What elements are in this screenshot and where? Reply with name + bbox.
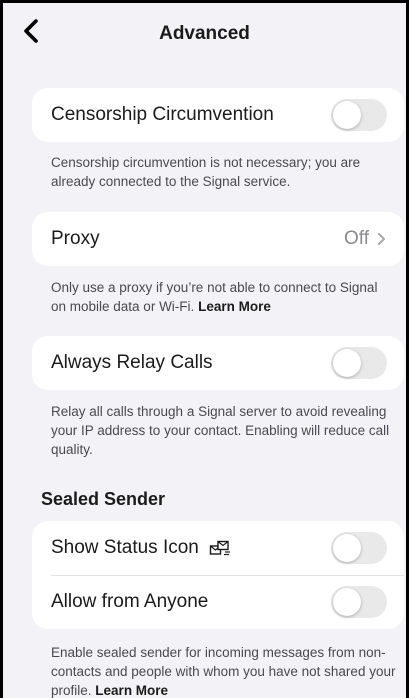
toggle-knob — [333, 588, 361, 616]
navigation-bar: Advanced — [3, 3, 406, 63]
show-status-icon-text: Show Status Icon — [51, 537, 199, 558]
allow-from-anyone-label: Allow from Anyone — [51, 591, 209, 612]
chevron-right-icon — [378, 233, 385, 245]
censorship-label: Censorship Circumvention — [51, 104, 274, 125]
proxy-learn-more-link[interactable]: Learn More — [198, 299, 271, 314]
sealed-sender-card: Show Status Icon Allow from Anyone — [32, 521, 404, 629]
toggle-knob — [333, 534, 361, 562]
sealed-sender-learn-more-link[interactable]: Learn More — [95, 683, 168, 698]
allow-from-anyone-row[interactable]: Allow from Anyone — [32, 575, 404, 629]
show-status-icon-row[interactable]: Show Status Icon — [32, 521, 404, 575]
settings-screen: Advanced Censorship Circumvention Censor… — [0, 0, 409, 698]
proxy-value-wrap: Off — [344, 228, 386, 250]
censorship-footer: Censorship circumvention is not necessar… — [51, 155, 361, 189]
censorship-card: Censorship Circumvention — [32, 88, 404, 142]
sealed-sender-icon — [209, 540, 230, 556]
proxy-value: Off — [344, 228, 369, 249]
relay-calls-toggle[interactable] — [331, 347, 387, 379]
relay-calls-footer: Relay all calls through a Signal server … — [51, 404, 390, 457]
sealed-sender-header: Sealed Sender — [41, 489, 166, 509]
sealed-sender-footer: Enable sealed sender for incoming messag… — [51, 643, 396, 698]
proxy-label: Proxy — [51, 228, 100, 249]
allow-from-anyone-toggle[interactable] — [331, 586, 387, 618]
proxy-footer: Only use a proxy if you’re not able to c… — [51, 278, 396, 316]
page-title: Advanced — [159, 23, 250, 44]
toggle-knob — [333, 101, 361, 129]
proxy-card: Proxy Off — [32, 212, 404, 266]
show-status-icon-toggle[interactable] — [331, 532, 387, 564]
relay-calls-row[interactable]: Always Relay Calls — [32, 336, 404, 390]
relay-calls-card: Always Relay Calls — [32, 336, 404, 390]
toggle-knob — [333, 349, 361, 377]
censorship-row[interactable]: Censorship Circumvention — [32, 88, 404, 142]
relay-calls-label: Always Relay Calls — [51, 352, 213, 373]
proxy-row[interactable]: Proxy Off — [32, 212, 404, 266]
censorship-toggle[interactable] — [331, 99, 387, 131]
show-status-icon-label: Show Status Icon — [51, 537, 231, 559]
